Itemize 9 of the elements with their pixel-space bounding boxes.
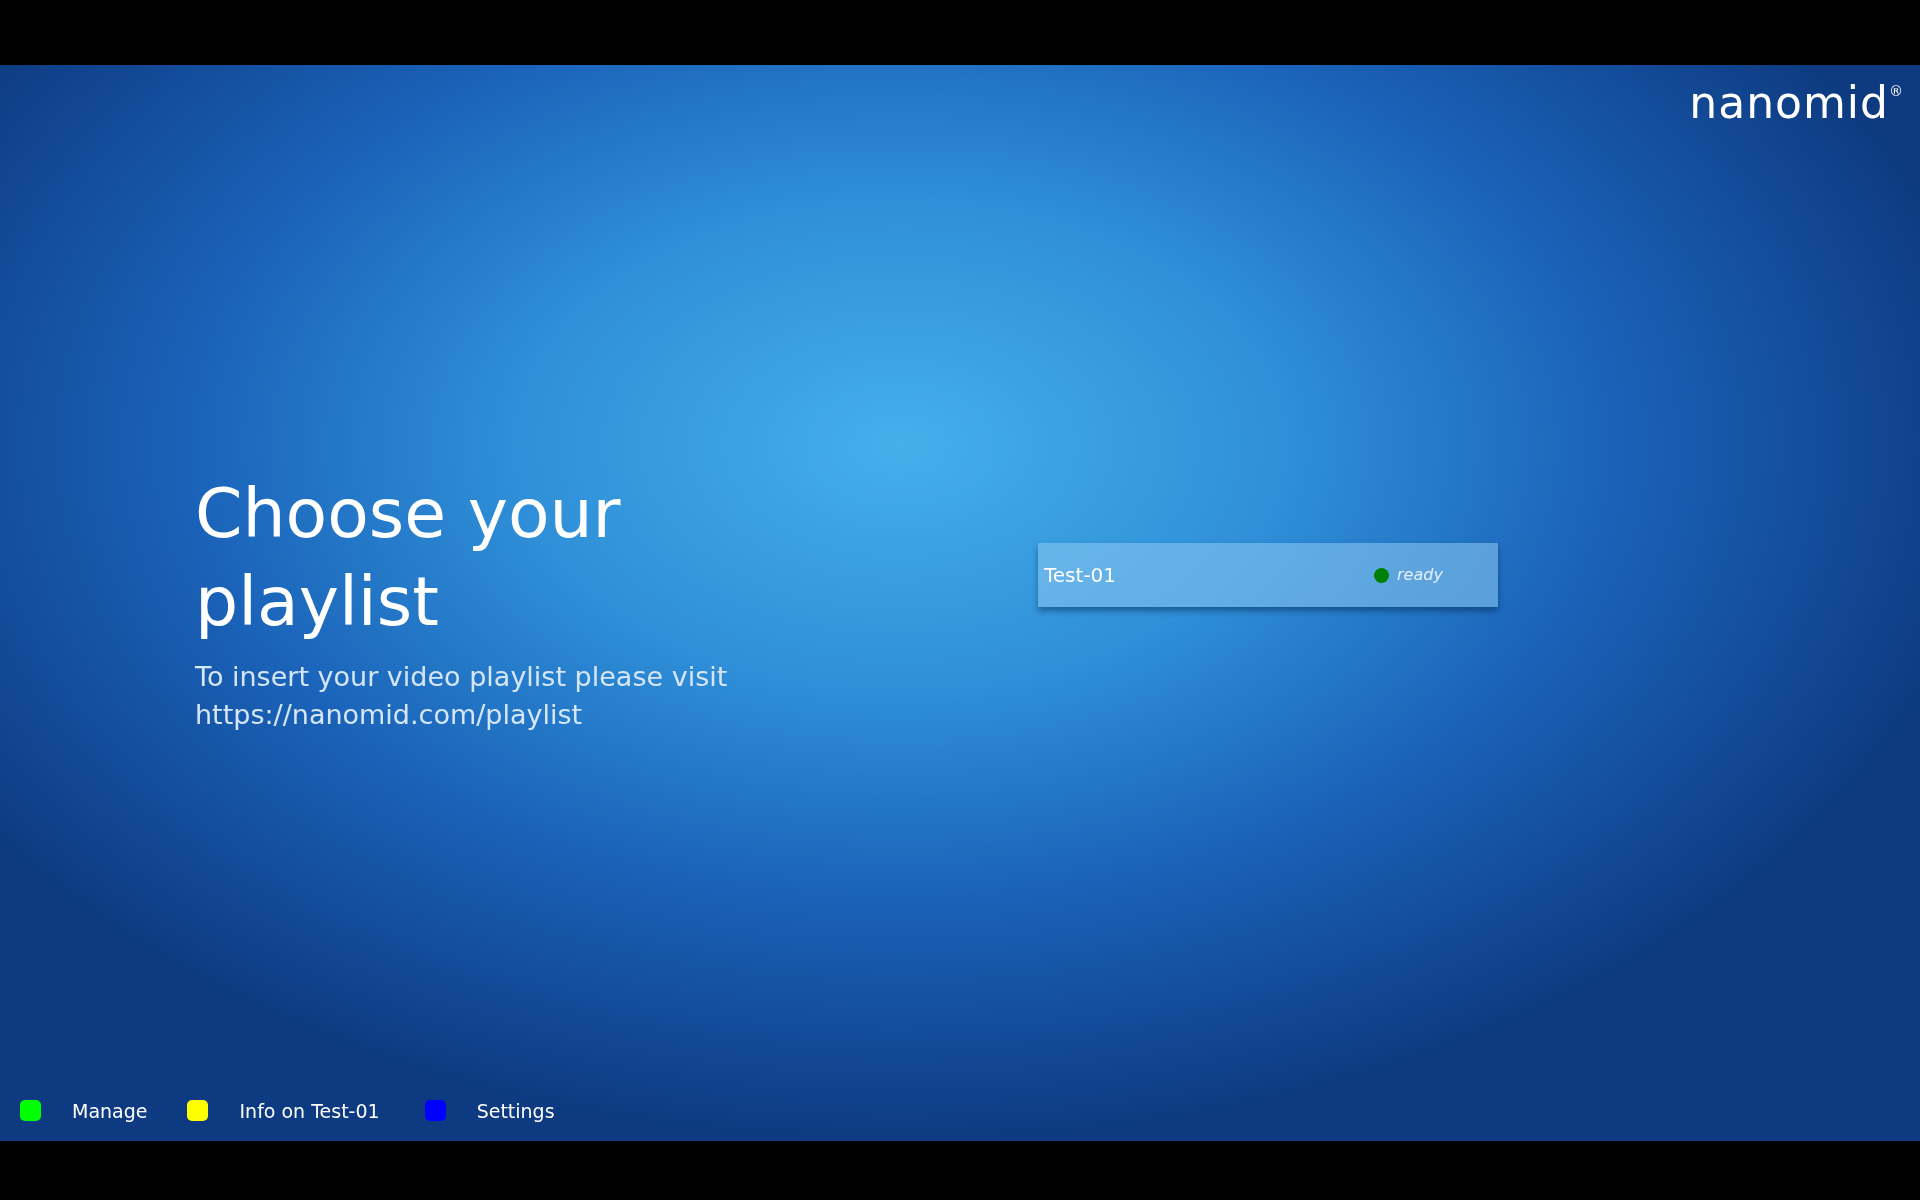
page-heading: Choose your playlist bbox=[195, 473, 622, 643]
status-text: ready bbox=[1397, 564, 1444, 586]
logo: nanomid$^{®}$ bbox=[1689, 81, 1904, 125]
legend-label: Info on Test-01 bbox=[239, 1098, 380, 1124]
legend-label: Settings bbox=[476, 1098, 555, 1124]
instruction-text: To insert your video playlist please visit https://nanomid.com/playlist bbox=[195, 660, 729, 732]
playlist-name: Test-01 bbox=[1044, 562, 1118, 589]
playlist-item[interactable]: Test-01 ready bbox=[1038, 543, 1498, 607]
legend-label: Manage bbox=[72, 1098, 148, 1124]
